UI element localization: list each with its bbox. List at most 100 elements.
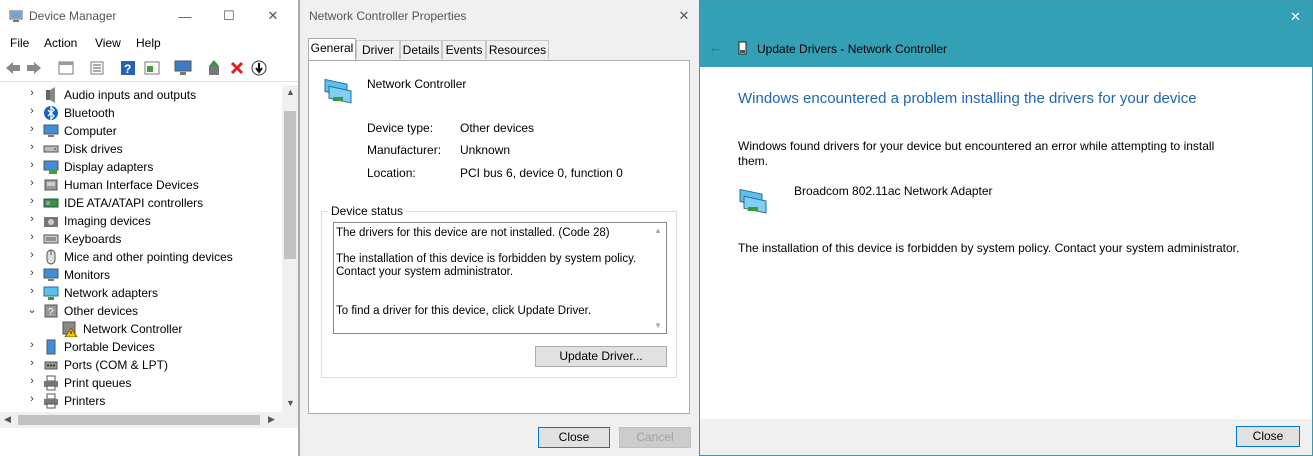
chevron-right-icon[interactable]: ›: [27, 285, 37, 297]
menu-action[interactable]: Action: [44, 36, 77, 50]
display-adapter-icon: [43, 160, 59, 174]
chevron-right-icon[interactable]: ›: [27, 249, 37, 261]
device-status-textbox[interactable]: The drivers for this device are not inst…: [333, 222, 667, 334]
device-manager-app-icon: [9, 10, 23, 22]
tree-category-item[interactable]: › Print queues: [0, 374, 281, 392]
tree-vertical-scrollbar[interactable]: ▲ ▼: [282, 85, 298, 412]
update-drivers-footer: Close: [700, 419, 1312, 455]
device-status-title: Device status: [328, 204, 407, 218]
update-drivers-close-button[interactable]: Close: [1236, 426, 1300, 447]
update-driver-icon[interactable]: [205, 59, 223, 77]
tree-category-item[interactable]: › Keyboards: [0, 230, 281, 248]
properties-cancel-button[interactable]: Cancel: [619, 427, 691, 448]
update-drivers-title: Update Drivers - Network Controller: [757, 42, 948, 56]
scan-hardware-icon[interactable]: [174, 59, 192, 77]
tree-category-item[interactable]: › IDE ATA/ATAPI controllers: [0, 194, 281, 212]
properties-titlebar: Network Controller Properties ✕: [300, 0, 699, 32]
printer-icon: [44, 375, 58, 391]
hscroll-thumb[interactable]: [18, 415, 260, 425]
device-type-value: Other devices: [460, 121, 535, 135]
chevron-right-icon[interactable]: ›: [27, 393, 37, 405]
bluetooth-icon: [44, 105, 58, 121]
window-title: Device Manager: [29, 9, 117, 23]
menu-file[interactable]: File: [10, 36, 29, 50]
tree-category-item[interactable]: › Human Interface Devices: [0, 176, 281, 194]
location-value: PCI bus 6, device 0, function 0: [460, 166, 623, 180]
tree-category-item[interactable]: › Audio inputs and outputs: [0, 86, 281, 104]
update-driver-button[interactable]: Update Driver...: [535, 346, 667, 367]
tree-item-label: Portable Devices: [64, 340, 155, 354]
tab-driver[interactable]: Driver: [356, 40, 400, 59]
tree-category-item[interactable]: › Mice and other pointing devices: [0, 248, 281, 266]
menu-view[interactable]: View: [95, 36, 121, 50]
network-adapter-icon: [43, 286, 59, 300]
tree-item-label: Printers: [64, 394, 106, 408]
chevron-right-icon[interactable]: ›: [27, 105, 37, 117]
update-drivers-window: ✕ ← Update Drivers - Network Controller …: [699, 0, 1313, 456]
tree-category-item[interactable]: › Display adapters: [0, 158, 281, 176]
chevron-right-icon[interactable]: ›: [27, 357, 37, 369]
tree-category-item[interactable]: › Bluetooth: [0, 104, 281, 122]
close-window-button[interactable]: ✕: [263, 6, 283, 26]
tree-category-item[interactable]: › Portable Devices: [0, 338, 281, 356]
textbox-scroll-down-icon[interactable]: ▼: [654, 321, 662, 330]
tree-item-label: Imaging devices: [64, 214, 151, 228]
tree-horizontal-scrollbar[interactable]: ◀ ▶: [0, 412, 298, 428]
forward-arrow-icon[interactable]: [25, 59, 43, 77]
chevron-right-icon[interactable]: ›: [27, 177, 37, 189]
ide-icon: [43, 198, 59, 208]
update-drivers-close-icon[interactable]: ✕: [1290, 9, 1301, 25]
tab-resources[interactable]: Resources: [486, 40, 549, 59]
uninstall-device-icon[interactable]: [228, 59, 246, 77]
error-heading: Windows encountered a problem installing…: [738, 90, 1197, 107]
scroll-up-icon[interactable]: ▲: [286, 87, 295, 97]
chevron-right-icon[interactable]: ›: [27, 87, 37, 99]
chevron-right-icon[interactable]: ›: [27, 231, 37, 243]
chevron-right-icon[interactable]: ›: [27, 195, 37, 207]
chevron-right-icon[interactable]: ›: [27, 267, 37, 279]
list-view-icon[interactable]: [88, 59, 106, 77]
tree-category-item[interactable]: › Imaging devices: [0, 212, 281, 230]
tree-category-item[interactable]: › Network adapters: [0, 284, 281, 302]
tree-category-item[interactable]: › Monitors: [0, 266, 281, 284]
properties-title: Network Controller Properties: [309, 9, 467, 23]
scroll-down-icon[interactable]: ▼: [286, 398, 295, 408]
tree-category-item[interactable]: ⌄? Other devices: [0, 302, 281, 320]
properties-close-icon[interactable]: ✕: [674, 6, 694, 26]
tree-category-item[interactable]: › Computer: [0, 122, 281, 140]
chevron-right-icon[interactable]: ›: [27, 159, 37, 171]
textbox-scroll-up-icon[interactable]: ▲: [654, 226, 662, 235]
back-arrow-icon[interactable]: [4, 59, 22, 77]
maximize-button[interactable]: ☐: [219, 6, 239, 26]
tree-category-item[interactable]: › Ports (COM & LPT): [0, 356, 281, 374]
chevron-right-icon[interactable]: ›: [27, 141, 37, 153]
tree-child-item[interactable]: Network Controller: [0, 320, 281, 338]
tab-details[interactable]: Details: [400, 40, 442, 59]
action-view-icon[interactable]: [143, 59, 161, 77]
menu-bar: File Action View Help: [0, 32, 298, 54]
chevron-right-icon[interactable]: ›: [27, 375, 37, 387]
scroll-left-icon[interactable]: ◀: [4, 414, 11, 425]
status-line: To find a driver for this device, click …: [336, 305, 592, 317]
download-driver-icon[interactable]: [250, 59, 268, 77]
tab-general[interactable]: General: [308, 38, 356, 60]
chevron-down-icon[interactable]: ⌄: [27, 303, 37, 316]
properties-close-button[interactable]: Close: [538, 427, 610, 448]
printer-icon: [44, 393, 58, 409]
minimize-button[interactable]: —: [175, 6, 195, 26]
tree-item-label: Human Interface Devices: [64, 178, 199, 192]
adapter-name: Broadcom 802.11ac Network Adapter: [794, 184, 993, 198]
error-message-line2: them.: [738, 154, 769, 168]
properties-sheet-icon[interactable]: [57, 59, 75, 77]
back-icon[interactable]: ←: [709, 40, 722, 55]
tree-category-item[interactable]: › Disk drives: [0, 140, 281, 158]
chevron-right-icon[interactable]: ›: [27, 213, 37, 225]
chevron-right-icon[interactable]: ›: [27, 339, 37, 351]
tree-category-item[interactable]: › Printers: [0, 392, 281, 410]
chevron-right-icon[interactable]: ›: [27, 123, 37, 135]
help-icon[interactable]: ?: [119, 59, 137, 77]
scroll-right-icon[interactable]: ▶: [268, 414, 275, 425]
tab-events[interactable]: Events: [442, 40, 486, 59]
menu-help[interactable]: Help: [136, 36, 161, 50]
scroll-thumb[interactable]: [284, 111, 296, 259]
